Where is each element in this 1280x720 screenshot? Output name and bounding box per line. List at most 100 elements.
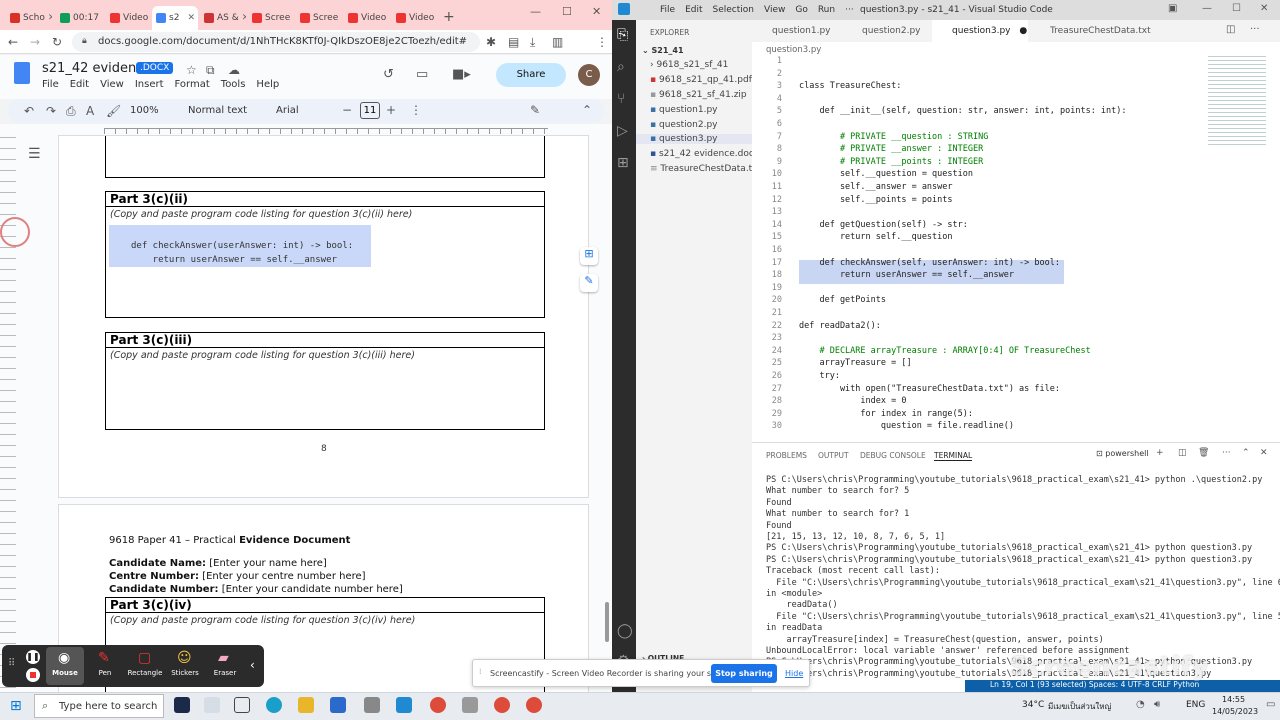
taskbar-game-icon[interactable] <box>204 697 220 713</box>
panel-more-icon[interactable]: ··· <box>1222 449 1231 458</box>
browser-tab[interactable]: Video✕ <box>392 6 438 30</box>
browser-tab[interactable]: Video✕ <box>344 6 390 30</box>
stop-sharing-button[interactable]: Stop sharing <box>711 664 777 683</box>
unsaved-dot-icon[interactable]: ● <box>1019 26 1027 36</box>
close-icon[interactable]: ✕ <box>341 13 342 23</box>
code-line[interactable]: def checkAnswer(self, userAnswer: int) -… <box>799 258 1060 268</box>
font-select[interactable]: Arial <box>276 105 299 116</box>
forward-arrow-icon[interactable]: → <box>30 36 40 48</box>
code-line[interactable]: index = 0 <box>799 396 906 406</box>
editor-tab-active[interactable]: question3.py ● <box>932 20 1028 42</box>
weather-description[interactable]: มีเมฆเป็นส่วนใหญ่ <box>1048 700 1111 713</box>
code-line[interactable]: self.__question = question <box>799 169 973 179</box>
maximize-button[interactable]: ☐ <box>1232 4 1241 14</box>
account-icon[interactable]: ◯ <box>617 624 633 638</box>
explorer-item[interactable]: ≡ TreasureChestData.txt <box>650 164 761 174</box>
explorer-item[interactable]: ▪ s21_42 evidence.doc <box>650 149 754 159</box>
code-line[interactable]: def readData2(): <box>799 321 881 331</box>
spellcheck-icon[interactable]: A <box>86 105 94 117</box>
language-indicator[interactable]: ENG <box>1186 700 1205 710</box>
more-tools-icon[interactable]: ⋮ <box>410 104 422 116</box>
workspace-folder[interactable]: ⌄ S21_41 <box>642 46 684 55</box>
close-icon[interactable]: ✕ <box>48 13 52 23</box>
menu-selection[interactable]: Selection <box>713 5 754 15</box>
candidate-name-line[interactable]: Candidate Name: [Enter your name here] <box>109 558 327 569</box>
close-panel-icon[interactable]: ✕ <box>1260 449 1268 458</box>
code-line[interactable]: return self.__question <box>799 232 953 242</box>
drag-handle-icon[interactable]: ⁞ <box>479 668 482 676</box>
editor-tab[interactable]: question2.py <box>842 20 930 42</box>
zoom-select[interactable]: 100% <box>130 105 159 116</box>
panel-tab-output[interactable]: OUTPUT <box>818 451 849 460</box>
candidate-number-line[interactable]: Candidate Number: [Enter your candidate … <box>109 584 403 595</box>
minimap[interactable] <box>1208 56 1266 146</box>
task-view-icon[interactable] <box>234 697 250 713</box>
explorer-files-icon[interactable]: ⎘ <box>617 28 628 42</box>
menu-view[interactable]: View <box>764 5 785 15</box>
reload-icon[interactable]: ↻ <box>52 36 62 48</box>
code-line[interactable]: for index in range(5): <box>799 409 973 419</box>
outline-list-icon[interactable]: ☰ <box>28 147 41 161</box>
collapse-toolbar-icon[interactable]: ‹ <box>250 659 255 671</box>
side-panel-icon[interactable]: ▥ <box>552 36 563 48</box>
panel-tab-problems[interactable]: PROBLEMS <box>766 451 807 460</box>
chrome-profile2-taskbar-icon[interactable] <box>526 697 542 713</box>
editing-mode-icon[interactable]: ✎ <box>530 104 540 116</box>
menu-format[interactable]: Format <box>175 79 210 90</box>
editor-breadcrumb[interactable]: question3.py <box>766 45 821 55</box>
undo-icon[interactable]: ↶ <box>24 105 34 117</box>
share-button[interactable]: Share <box>496 63 566 87</box>
windows-start-icon[interactable]: ⊞ <box>10 699 22 713</box>
taskbar-app-icon[interactable] <box>174 697 190 713</box>
source-control-icon[interactable]: ⑂ <box>617 92 625 106</box>
menu-view[interactable]: View <box>100 79 124 90</box>
font-size-input[interactable]: 11 <box>360 102 380 119</box>
minimize-button[interactable]: — <box>1202 4 1212 14</box>
run-debug-icon[interactable]: ▷ <box>617 124 628 138</box>
file-explorer-icon[interactable] <box>298 697 314 713</box>
close-icon[interactable]: ✕ <box>187 13 198 23</box>
editor-more-icon[interactable]: ··· <box>1250 25 1260 35</box>
menu-help[interactable]: Help <box>256 79 279 90</box>
lock-icon[interactable]: 🔒︎ <box>82 37 87 46</box>
chrome-profile-taskbar-icon[interactable] <box>494 697 510 713</box>
more-menu-icon[interactable]: ⋮ <box>596 36 608 48</box>
close-icon[interactable]: ✕ <box>437 13 438 23</box>
weather-temp[interactable]: 34°C <box>1022 700 1044 710</box>
code-line[interactable]: with open("TreasureChestData.txt") as fi… <box>799 384 1060 394</box>
part-3cii-hint[interactable]: (Copy and paste program code listing for… <box>106 207 544 220</box>
vscode-taskbar-icon[interactable] <box>396 697 412 713</box>
browser-tab[interactable]: Scree✕ <box>248 6 294 30</box>
menu-file[interactable]: File <box>42 79 59 90</box>
clock-date[interactable]: 14/05/2023 <box>1212 707 1258 716</box>
extensions-icon[interactable]: ⊞ <box>617 156 629 170</box>
code-line[interactable]: self.__points = points <box>799 195 953 205</box>
new-tab-button[interactable]: + <box>443 10 455 24</box>
tool-rectangle[interactable]: Rectangle <box>127 669 163 677</box>
code-line[interactable]: # PRIVATE __points : INTEGER <box>799 157 983 167</box>
tool-mouse[interactable]: Mouse <box>47 669 83 677</box>
editor-tab[interactable]: TreasureChestData.txt <box>1030 20 1151 42</box>
comments-icon[interactable]: ▭ <box>416 68 428 81</box>
tool-pen[interactable]: Pen <box>87 669 123 677</box>
explorer-item[interactable]: ▪ 9618_s21_qp_41.pdf <box>650 75 752 85</box>
terminal-selector[interactable]: ⊡ powershell <box>1096 449 1149 458</box>
doc-scrollbar[interactable] <box>605 602 609 642</box>
chrome-taskbar-icon[interactable] <box>430 697 446 713</box>
redo-icon[interactable]: ↷ <box>46 105 56 117</box>
editor-tab[interactable]: question1.py <box>752 20 840 42</box>
collapse-menu-icon[interactable]: ⌃ <box>582 104 592 116</box>
volume-icon[interactable]: 🔊︎ <box>1154 700 1160 710</box>
tool-stickers[interactable]: Stickers <box>167 669 203 677</box>
explorer-item[interactable]: ▪ question2.py <box>650 120 718 130</box>
pasted-code-selection[interactable]: def checkAnswer(userAnswer: int) -> bool… <box>109 225 371 267</box>
menu-go[interactable]: Go <box>795 5 807 15</box>
menu-file[interactable]: File <box>660 5 675 15</box>
explorer-item-selected[interactable]: ▪ question3.py <box>636 134 752 144</box>
menu-tools[interactable]: Tools <box>221 79 246 90</box>
minimize-button[interactable]: — <box>530 6 541 17</box>
add-comment-icon[interactable]: ⊞ <box>580 247 598 265</box>
pause-recording-icon[interactable]: ❚❚ <box>26 650 40 664</box>
back-arrow-icon[interactable]: ← <box>8 36 18 48</box>
centre-number-line[interactable]: Centre Number: [Enter your centre number… <box>109 571 366 582</box>
